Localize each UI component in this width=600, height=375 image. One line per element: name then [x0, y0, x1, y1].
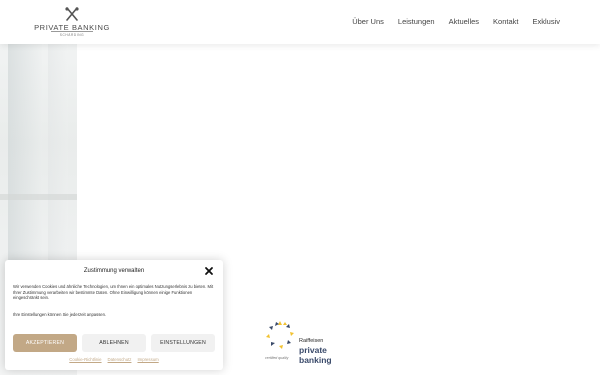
close-icon[interactable] — [204, 266, 214, 276]
consent-description: Wir verwenden Cookies und ähnliche Techn… — [13, 284, 214, 301]
nav-link-aktuelles[interactable]: Aktuelles — [449, 17, 479, 26]
consent-title: Zustimmung verwalten — [83, 268, 145, 274]
badge-private-label: private — [299, 345, 327, 355]
nav-link-ueber-uns[interactable]: Über Uns — [352, 17, 384, 26]
badge-banking-label: banking — [299, 355, 332, 365]
window-frame — [0, 194, 77, 200]
privacy-link[interactable]: Datenschutz — [108, 357, 132, 362]
cookie-consent-dialog: Zustimmung verwalten Wir verwenden Cooki… — [5, 260, 223, 370]
logo-subtitle: SCHÄRDING — [59, 33, 85, 37]
site-header: PRIVATE BANKING SCHÄRDING Über Uns Leist… — [0, 0, 600, 44]
crossed-keys-icon — [65, 7, 79, 21]
badge-raiffeisen-label: Raiffeisen — [299, 338, 324, 344]
window-pane — [8, 44, 42, 264]
nav-link-kontakt[interactable]: Kontakt — [493, 17, 518, 26]
nav-link-leistungen[interactable]: Leistungen — [398, 17, 435, 26]
settings-button[interactable]: EINSTELLUNGEN — [151, 334, 215, 352]
window-pane — [48, 44, 68, 294]
decline-button[interactable]: ABLEHNEN — [82, 334, 146, 352]
raiffeisen-badge: Raiffeisen private banking certified qua… — [264, 320, 339, 366]
consent-links: Cookie-Richtlinie Datenschutz Impressum — [5, 357, 223, 362]
nav-link-exklusiv[interactable]: Exklusiv — [532, 17, 560, 26]
star-ring-icon — [266, 321, 294, 349]
accept-button[interactable]: AKZEPTIEREN — [13, 334, 77, 352]
badge-certified-label: certified quality — [265, 356, 289, 360]
main-nav: Über Uns Leistungen Aktuelles Kontakt Ex… — [352, 17, 560, 26]
consent-note: Ihre Einstellungen können Sie jederzeit … — [13, 312, 107, 317]
brand-logo[interactable]: PRIVATE BANKING SCHÄRDING — [33, 6, 111, 38]
imprint-link[interactable]: Impressum — [137, 357, 158, 362]
logo-divider — [51, 31, 93, 32]
cookie-policy-link[interactable]: Cookie-Richtlinie — [69, 357, 101, 362]
